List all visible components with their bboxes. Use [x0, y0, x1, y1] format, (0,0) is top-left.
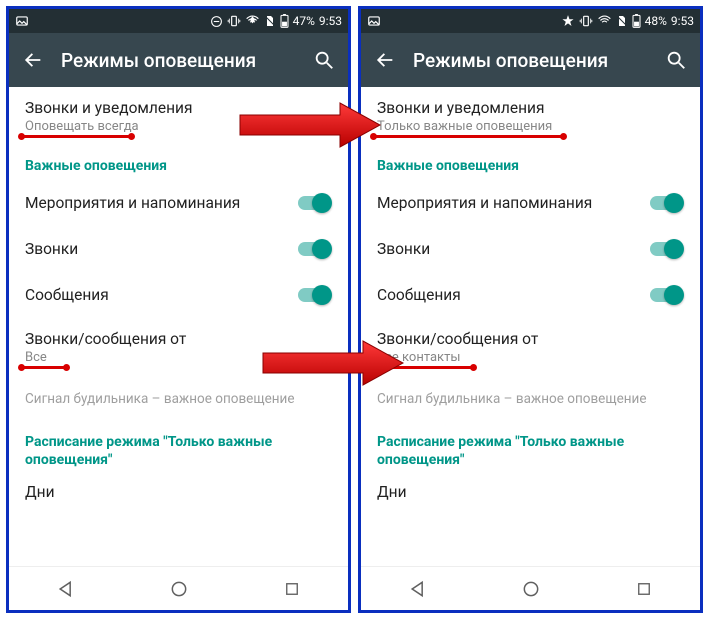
item-title: Звонки/сообщения от — [377, 330, 684, 348]
phone-screenshot-right: 48% 9:53 Режимы оповещения Звонки и увед… — [358, 6, 703, 613]
clock-text: 9:53 — [671, 14, 694, 28]
messages-row[interactable]: Сообщения — [25, 272, 332, 318]
highlight-underline — [21, 366, 67, 369]
days-item[interactable]: Дни — [25, 475, 332, 511]
navbar — [361, 566, 700, 610]
star-icon — [561, 14, 575, 28]
highlight-underline — [21, 135, 132, 138]
events-row[interactable]: Мероприятия и напоминания — [25, 180, 332, 226]
row-label: Мероприятия и напоминания — [25, 194, 296, 212]
row-label: Мероприятия и напоминания — [377, 194, 648, 212]
nav-home-button[interactable] — [165, 575, 193, 603]
battery-icon — [632, 14, 641, 28]
row-label: Сообщения — [377, 286, 648, 304]
back-button[interactable] — [371, 49, 399, 71]
alarm-hint: Сигнал будильника – важное оповещение — [377, 375, 684, 419]
row-label: Сообщения — [25, 286, 296, 304]
nav-recents-button[interactable] — [630, 575, 658, 603]
no-sim-icon — [616, 14, 628, 28]
section-important: Важные оповещения — [377, 144, 684, 180]
item-title: Дни — [25, 483, 332, 501]
row-label: Звонки — [377, 240, 648, 258]
annotation-arrow-top — [235, 100, 385, 150]
nav-recents-button[interactable] — [278, 575, 306, 603]
phone-screenshot-left: 47% 9:53 Режимы оповещения Звонки и увед… — [6, 6, 351, 613]
nav-back-button[interactable] — [52, 575, 80, 603]
battery-text: 47% — [293, 14, 315, 28]
messages-row[interactable]: Сообщения — [377, 272, 684, 318]
nav-back-button[interactable] — [404, 575, 432, 603]
vibrate-icon — [579, 14, 593, 28]
calls-toggle[interactable] — [296, 239, 332, 259]
events-row[interactable]: Мероприятия и напоминания — [377, 180, 684, 226]
battery-icon — [280, 14, 289, 28]
calls-row[interactable]: Звонки — [377, 226, 684, 272]
row-label: Звонки — [25, 240, 296, 258]
highlight-underline — [373, 135, 564, 138]
dnd-icon — [210, 15, 223, 28]
statusbar: 47% 9:53 — [9, 9, 348, 33]
wifi-icon — [245, 14, 260, 28]
content: Звонки и уведомления Оповещать всегда Ва… — [9, 87, 348, 511]
search-button[interactable] — [310, 49, 338, 71]
appbar-title: Режимы оповещения — [61, 49, 256, 72]
item-subtitle: Только важные оповещения — [377, 119, 684, 134]
item-subtitle: Все контакты — [377, 350, 684, 365]
messages-toggle[interactable] — [648, 285, 684, 305]
vibrate-icon — [227, 14, 241, 28]
section-schedule: Расписание режима "Только важные оповеще… — [377, 419, 684, 475]
appbar: Режимы оповещения — [9, 33, 348, 87]
calls-messages-from-item[interactable]: Звонки/сообщения от Все контакты — [377, 318, 684, 375]
section-schedule: Расписание режима "Только важные оповеще… — [25, 419, 332, 475]
appbar-title: Режимы оповещения — [413, 49, 608, 72]
no-sim-icon — [264, 14, 276, 28]
events-toggle[interactable] — [296, 193, 332, 213]
annotation-arrow-bottom — [258, 338, 408, 388]
statusbar: 48% 9:53 — [361, 9, 700, 33]
messages-toggle[interactable] — [296, 285, 332, 305]
item-title: Дни — [377, 483, 684, 501]
calls-notifications-item[interactable]: Звонки и уведомления Только важные опове… — [377, 87, 684, 144]
calls-toggle[interactable] — [648, 239, 684, 259]
nav-home-button[interactable] — [517, 575, 545, 603]
content: Звонки и уведомления Только важные опове… — [361, 87, 700, 511]
clock-text: 9:53 — [319, 14, 342, 28]
navbar — [9, 566, 348, 610]
search-button[interactable] — [662, 49, 690, 71]
picture-icon — [367, 14, 381, 28]
wifi-icon — [597, 14, 612, 28]
calls-row[interactable]: Звонки — [25, 226, 332, 272]
back-button[interactable] — [19, 49, 47, 71]
events-toggle[interactable] — [648, 193, 684, 213]
item-title: Звонки и уведомления — [377, 99, 684, 117]
battery-text: 48% — [645, 14, 667, 28]
appbar: Режимы оповещения — [361, 33, 700, 87]
picture-icon — [15, 14, 29, 28]
days-item[interactable]: Дни — [377, 475, 684, 511]
